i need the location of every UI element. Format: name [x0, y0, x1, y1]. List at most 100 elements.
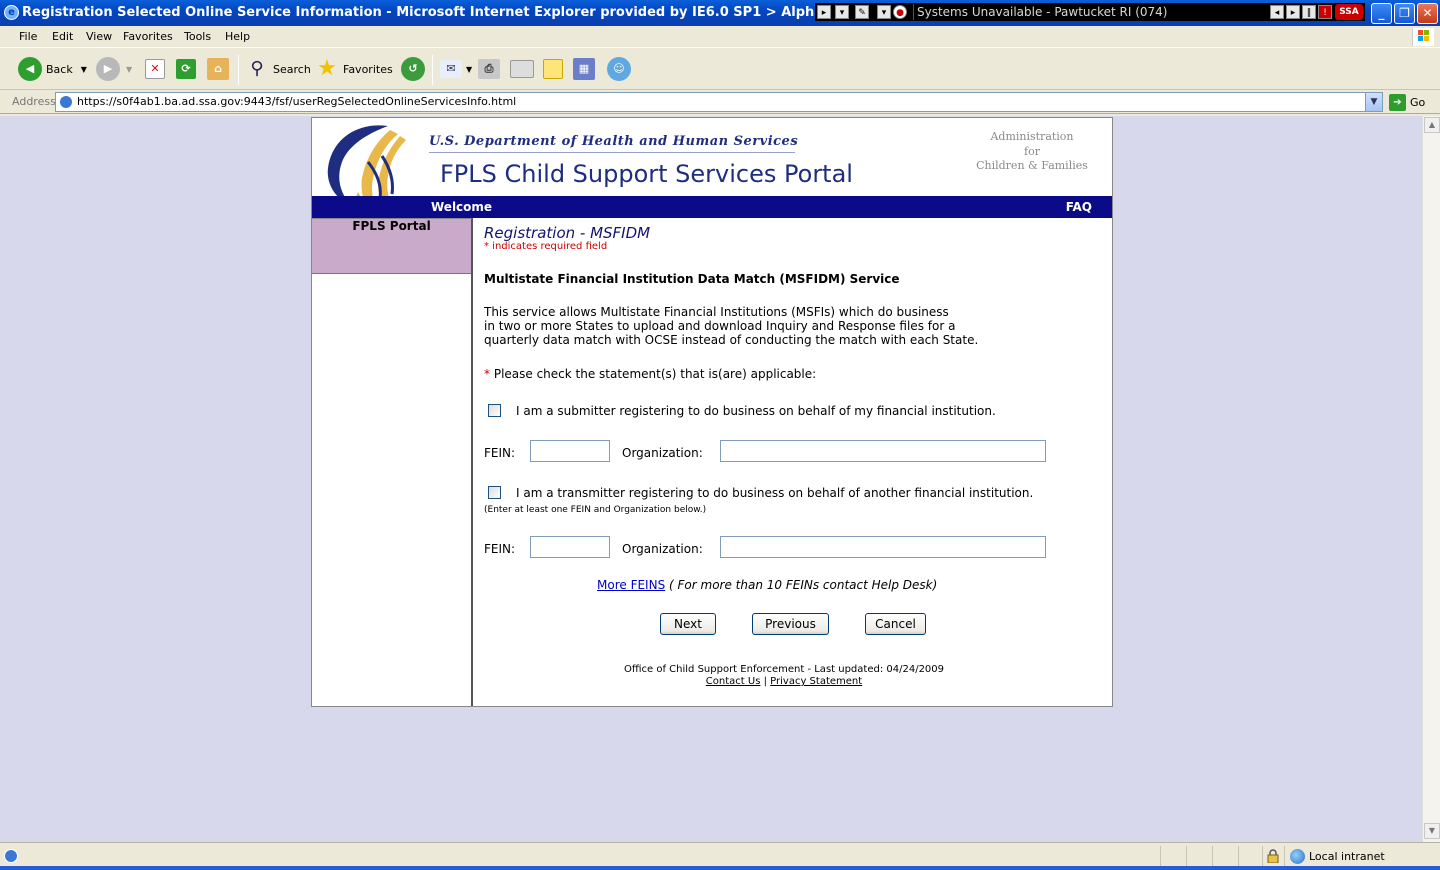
- ticker-menu-icon[interactable]: ▾: [877, 5, 891, 19]
- submitter-fein-input[interactable]: [530, 440, 610, 462]
- footer-separator: |: [763, 676, 767, 687]
- status-pane: [1160, 846, 1161, 868]
- back-button[interactable]: ◀ Back ▼: [18, 55, 87, 83]
- status-pane: [1238, 846, 1239, 868]
- note-icon: [543, 59, 563, 79]
- page-icon: [59, 95, 73, 109]
- transmitter-note: (Enter at least one FEIN and Organizatio…: [484, 505, 707, 515]
- mail-icon: ✉: [440, 60, 462, 78]
- more-feins-link[interactable]: More FEINS: [597, 578, 665, 592]
- service-heading: Multistate Financial Institution Data Ma…: [484, 272, 900, 286]
- address-input[interactable]: https://s0f4ab1.ba.ad.ssa.gov:9443/fsf/u…: [55, 92, 1383, 112]
- mail-dropdown-icon[interactable]: ▼: [466, 65, 472, 74]
- refresh-button[interactable]: ⟳: [176, 55, 200, 83]
- toolbar-separator: [238, 55, 239, 85]
- search-button[interactable]: ⚲ Search: [245, 55, 311, 83]
- scroll-down-icon[interactable]: ▼: [1424, 823, 1440, 839]
- next-button[interactable]: Next: [660, 613, 716, 635]
- acf-line: for: [1024, 144, 1040, 158]
- mail-button[interactable]: ✉ ▼: [440, 55, 472, 83]
- vertical-scrollbar[interactable]: ▲ ▼: [1422, 116, 1440, 842]
- refresh-icon: ⟳: [176, 59, 196, 79]
- discuss-button[interactable]: [543, 55, 567, 83]
- intranet-globe-icon: [1290, 849, 1305, 864]
- portal-page: U.S. Department of Health and Human Serv…: [311, 117, 1113, 707]
- back-dropdown-icon[interactable]: ▼: [81, 65, 87, 74]
- submitter-checkbox[interactable]: [488, 404, 501, 417]
- ticker-prev-icon[interactable]: ◂: [1270, 5, 1284, 19]
- page-title: FPLS Child Support Services Portal: [440, 160, 853, 188]
- transmitter-checkbox[interactable]: [488, 486, 501, 499]
- minimize-button[interactable]: _: [1371, 3, 1392, 24]
- ticker-settings-icon[interactable]: ✎: [855, 5, 869, 19]
- ticker-alert-icon[interactable]: !: [1318, 5, 1332, 19]
- maximize-button[interactable]: ❐: [1394, 3, 1415, 24]
- contact-us-link[interactable]: Contact Us: [706, 676, 761, 687]
- forward-dropdown-icon[interactable]: ▼: [126, 65, 132, 74]
- go-button[interactable]: ➔ Go: [1389, 93, 1425, 111]
- favorites-label: Favorites: [343, 62, 393, 76]
- ticker-next-icon[interactable]: ▸: [1286, 5, 1300, 19]
- status-pane: [1212, 846, 1213, 868]
- close-button[interactable]: ✕: [1417, 3, 1438, 24]
- acf-line: Children & Families: [976, 159, 1088, 172]
- acf-line: Administration: [990, 130, 1074, 143]
- previous-button[interactable]: Previous: [752, 613, 829, 635]
- edit-button[interactable]: [510, 55, 538, 83]
- more-feins-note: ( For more than 10 FEINs contact Help De…: [669, 578, 938, 592]
- menu-favorites[interactable]: Favorites: [123, 30, 173, 43]
- scroll-up-icon[interactable]: ▲: [1424, 117, 1440, 133]
- address-dropdown-icon[interactable]: ▼: [1365, 93, 1382, 111]
- address-url: https://s0f4ab1.ba.ad.ssa.gov:9443/fsf/u…: [77, 95, 517, 108]
- organization-label: Organization:: [622, 446, 703, 460]
- welcome-link[interactable]: Welcome: [431, 200, 492, 214]
- ticker-dropdown-icon[interactable]: ▾: [835, 5, 849, 19]
- status-pane: [1284, 846, 1285, 868]
- ie-icon: e: [4, 5, 19, 20]
- transmitter-organization-input[interactable]: [720, 536, 1046, 558]
- go-label: Go: [1410, 95, 1426, 109]
- cancel-button[interactable]: Cancel: [865, 613, 926, 635]
- registration-form: Registration - MSFIDM * indicates requir…: [484, 218, 1104, 698]
- home-button[interactable]: ⌂: [207, 55, 233, 83]
- research-icon: ▦: [573, 58, 595, 80]
- windows-logo-icon: [1412, 28, 1434, 46]
- go-arrow-icon: ➔: [1389, 93, 1406, 111]
- left-sidebar: FPLS Portal: [312, 218, 473, 706]
- back-label: Back: [46, 62, 73, 76]
- required-star: *: [484, 367, 490, 381]
- history-button[interactable]: ↺: [401, 55, 429, 83]
- ticker-pause-icon[interactable]: ‖: [1302, 5, 1316, 19]
- menu-edit[interactable]: Edit: [52, 30, 73, 43]
- transmitter-label: I am a transmitter registering to do bus…: [516, 486, 1034, 500]
- menu-tools[interactable]: Tools: [184, 30, 211, 43]
- ticker-play-icon[interactable]: ▸: [817, 5, 831, 19]
- forward-button[interactable]: ▶ ▼: [96, 55, 132, 83]
- faq-link[interactable]: FAQ: [1066, 200, 1092, 214]
- stop-button[interactable]: ✕: [145, 55, 169, 83]
- title-bar: e Registration Selected Online Service I…: [0, 0, 1440, 26]
- favorites-button[interactable]: ★ Favorites: [315, 55, 393, 83]
- toolbar: ◀ Back ▼ ▶ ▼ ✕ ⟳ ⌂ ⚲ Search ★ Favorites …: [0, 49, 1440, 90]
- transmitter-fein-input[interactable]: [530, 536, 610, 558]
- page-status-icon: [4, 849, 18, 863]
- address-bar: Address https://s0f4ab1.ba.ad.ssa.gov:94…: [0, 90, 1440, 114]
- submitter-organization-input[interactable]: [720, 440, 1046, 462]
- print-icon: ⎙: [478, 59, 500, 79]
- menu-view[interactable]: View: [86, 30, 112, 43]
- messenger-button[interactable]: ☺: [607, 55, 635, 83]
- print-button[interactable]: ⎙: [478, 55, 504, 83]
- status-pane: [1186, 846, 1187, 868]
- menu-help[interactable]: Help: [225, 30, 250, 43]
- menu-file[interactable]: File: [19, 30, 37, 43]
- organization-label: Organization:: [622, 542, 703, 556]
- search-label: Search: [273, 62, 311, 76]
- research-button[interactable]: ▦: [573, 55, 599, 83]
- page-header: U.S. Department of Health and Human Serv…: [312, 118, 1112, 216]
- privacy-statement-link[interactable]: Privacy Statement: [770, 676, 862, 687]
- ticker-record-icon[interactable]: ●: [893, 5, 907, 19]
- sidebar-item-fpls-portal[interactable]: FPLS Portal: [312, 219, 471, 274]
- form-title: Registration - MSFIDM: [484, 224, 651, 242]
- footer-text: Office of Child Support Enforcement - La…: [623, 664, 945, 675]
- taskbar-edge: [0, 866, 1440, 870]
